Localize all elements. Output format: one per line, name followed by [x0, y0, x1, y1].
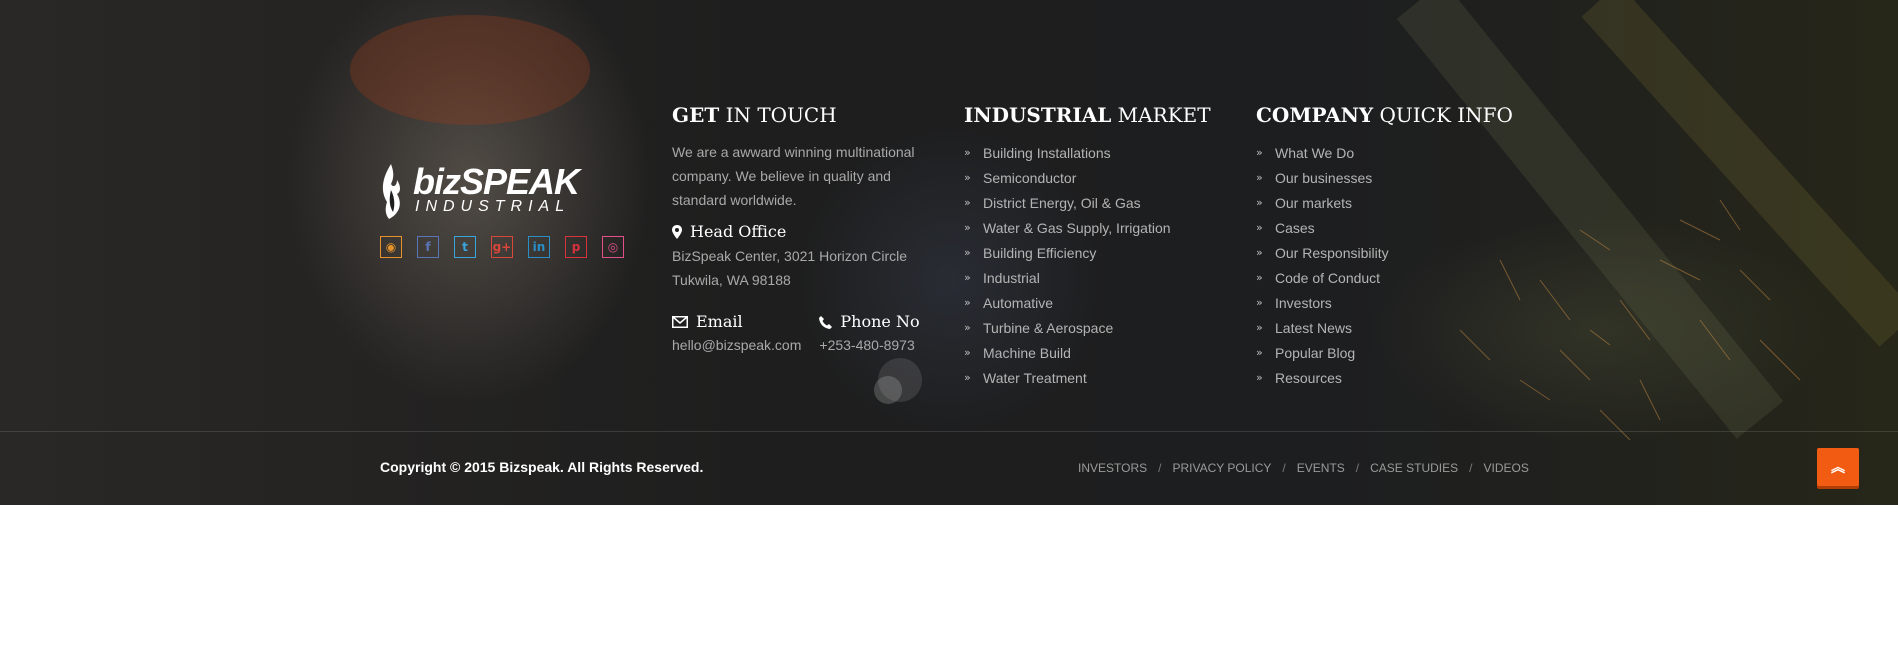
list-item[interactable]: » Water Treatment [964, 365, 1211, 390]
double-chevron-right-icon: » [964, 296, 971, 309]
phone-link[interactable]: +253-480-8973 [819, 334, 919, 356]
footer-divider [0, 431, 1898, 432]
double-chevron-right-icon: » [964, 246, 971, 259]
footer-bottom-nav: INVESTORS / PRIVACY POLICY / EVENTS / CA… [1078, 461, 1529, 475]
list-item[interactable]: » Industrial [964, 265, 1211, 290]
list-item[interactable]: » Our businesses [1256, 165, 1513, 190]
company-quick-info-section: COMPANY QUICK INFO » What We Do » Our busi… [1256, 102, 1513, 406]
double-chevron-right-icon: » [1256, 296, 1263, 309]
background-image [350, 0, 1898, 441]
footer: bizSPEAK INDUSTRIAL ◉ f t g+ in p ◎ GET … [0, 0, 1898, 505]
map-marker-icon [672, 225, 682, 239]
flame-icon [382, 164, 400, 219]
list-item[interactable]: » District Energy, Oil & Gas [964, 190, 1211, 215]
list-item[interactable]: » Machine Build [964, 340, 1211, 365]
double-chevron-right-icon: » [1256, 371, 1263, 384]
list-item[interactable]: » Code of Conduct [1256, 265, 1513, 290]
list-item[interactable]: » Building Efficiency [964, 240, 1211, 265]
company-quick-info-list: » What We Do » Our businesses » Our markets… [1256, 140, 1513, 390]
double-chevron-right-icon: » [1256, 321, 1263, 334]
double-chevron-right-icon: » [1256, 221, 1263, 234]
nav-link-investors[interactable]: INVESTORS [1078, 461, 1147, 475]
nav-separator: / [1469, 461, 1473, 475]
phone-block: Phone No +253-480-8973 [819, 312, 920, 356]
industrial-market-section: INDUSTRIAL MARKET » Building Installation… [964, 102, 1211, 406]
brand-tagline: INDUSTRIAL [415, 198, 571, 215]
pinterest-icon[interactable]: p [565, 236, 587, 258]
industrial-market-heading: INDUSTRIAL MARKET [964, 103, 1211, 127]
list-item[interactable]: » Building Installations [964, 140, 1211, 165]
double-chevron-right-icon: » [964, 196, 971, 209]
google-plus-icon[interactable]: g+ [491, 236, 513, 258]
nav-link-videos[interactable]: VIDEOS [1484, 461, 1529, 475]
list-item[interactable]: » Our Responsibility [1256, 240, 1513, 265]
email-link[interactable]: hello@bizspeak.com [672, 334, 801, 356]
about-text: We are a awward winning multinational co… [672, 144, 915, 208]
double-chevron-up-icon: ︽ [1831, 460, 1845, 476]
linkedin-icon[interactable]: in [528, 236, 550, 258]
double-chevron-right-icon: » [964, 271, 971, 284]
list-item[interactable]: » Water & Gas Supply, Irrigation [964, 215, 1211, 240]
back-to-top-button[interactable]: ︽ [1817, 448, 1859, 486]
nav-separator: / [1158, 461, 1162, 475]
dribbble-icon[interactable]: ◎ [602, 236, 624, 258]
nav-link-case-studies[interactable]: CASE STUDIES [1370, 461, 1458, 475]
double-chevron-right-icon: » [964, 346, 971, 359]
twitter-icon[interactable]: t [454, 236, 476, 258]
nav-link-events[interactable]: EVENTS [1297, 461, 1345, 475]
company-quick-info-heading: COMPANY QUICK INFO [1256, 103, 1513, 127]
email-heading: Email [672, 312, 801, 332]
double-chevron-right-icon: » [964, 146, 971, 159]
get-in-touch-heading: GET IN TOUCH [672, 103, 837, 127]
contact-row: Email hello@bizspeak.com Phone No +253-4… [672, 312, 938, 356]
list-item[interactable]: » Semiconductor [964, 165, 1211, 190]
list-item[interactable]: » Popular Blog [1256, 340, 1513, 365]
nav-separator: / [1355, 461, 1360, 475]
list-item[interactable]: » Cases [1256, 215, 1513, 240]
list-item[interactable]: » Investors [1256, 290, 1513, 315]
get-in-touch-section: GET IN TOUCH We are a awward winning mul… [672, 102, 938, 356]
copyright-text: Copyright © 2015 Bizspeak. All Rights Re… [380, 459, 704, 475]
email-block: Email hello@bizspeak.com [672, 312, 801, 356]
phone-icon [819, 315, 833, 329]
double-chevron-right-icon: » [964, 321, 971, 334]
list-item[interactable]: » Turbine & Aerospace [964, 315, 1211, 340]
double-chevron-right-icon: » [1256, 196, 1263, 209]
brand-logo[interactable]: bizSPEAK INDUSTRIAL [379, 161, 580, 222]
double-chevron-right-icon: » [1256, 246, 1263, 259]
brand-name: bizSPEAK [413, 161, 580, 202]
double-chevron-right-icon: » [1256, 171, 1263, 184]
double-chevron-right-icon: » [964, 171, 971, 184]
office-address: BizSpeak Center, 3021 Horizon Circle Tuk… [672, 248, 908, 288]
double-chevron-right-icon: » [964, 221, 971, 234]
envelope-icon [672, 316, 688, 328]
nav-link-privacy-policy[interactable]: PRIVACY POLICY [1172, 461, 1271, 475]
list-item[interactable]: » What We Do [1256, 140, 1513, 165]
head-office-heading: Head Office [672, 222, 938, 242]
double-chevron-right-icon: » [1256, 271, 1263, 284]
double-chevron-right-icon: » [1256, 346, 1263, 359]
rss-icon[interactable]: ◉ [380, 236, 402, 258]
double-chevron-right-icon: » [964, 371, 971, 384]
phone-heading: Phone No [819, 312, 920, 332]
list-item[interactable]: » Latest News [1256, 315, 1513, 340]
nav-separator: / [1282, 461, 1286, 475]
list-item[interactable]: » Resources [1256, 365, 1513, 390]
facebook-icon[interactable]: f [417, 236, 439, 258]
industrial-market-list: » Building Installations » Semiconductor »… [964, 140, 1211, 390]
list-item[interactable]: » Automative [964, 290, 1211, 315]
list-item[interactable]: » Our markets [1256, 190, 1513, 215]
double-chevron-right-icon: » [1256, 146, 1263, 159]
social-links: ◉ f t g+ in p ◎ [380, 236, 639, 258]
